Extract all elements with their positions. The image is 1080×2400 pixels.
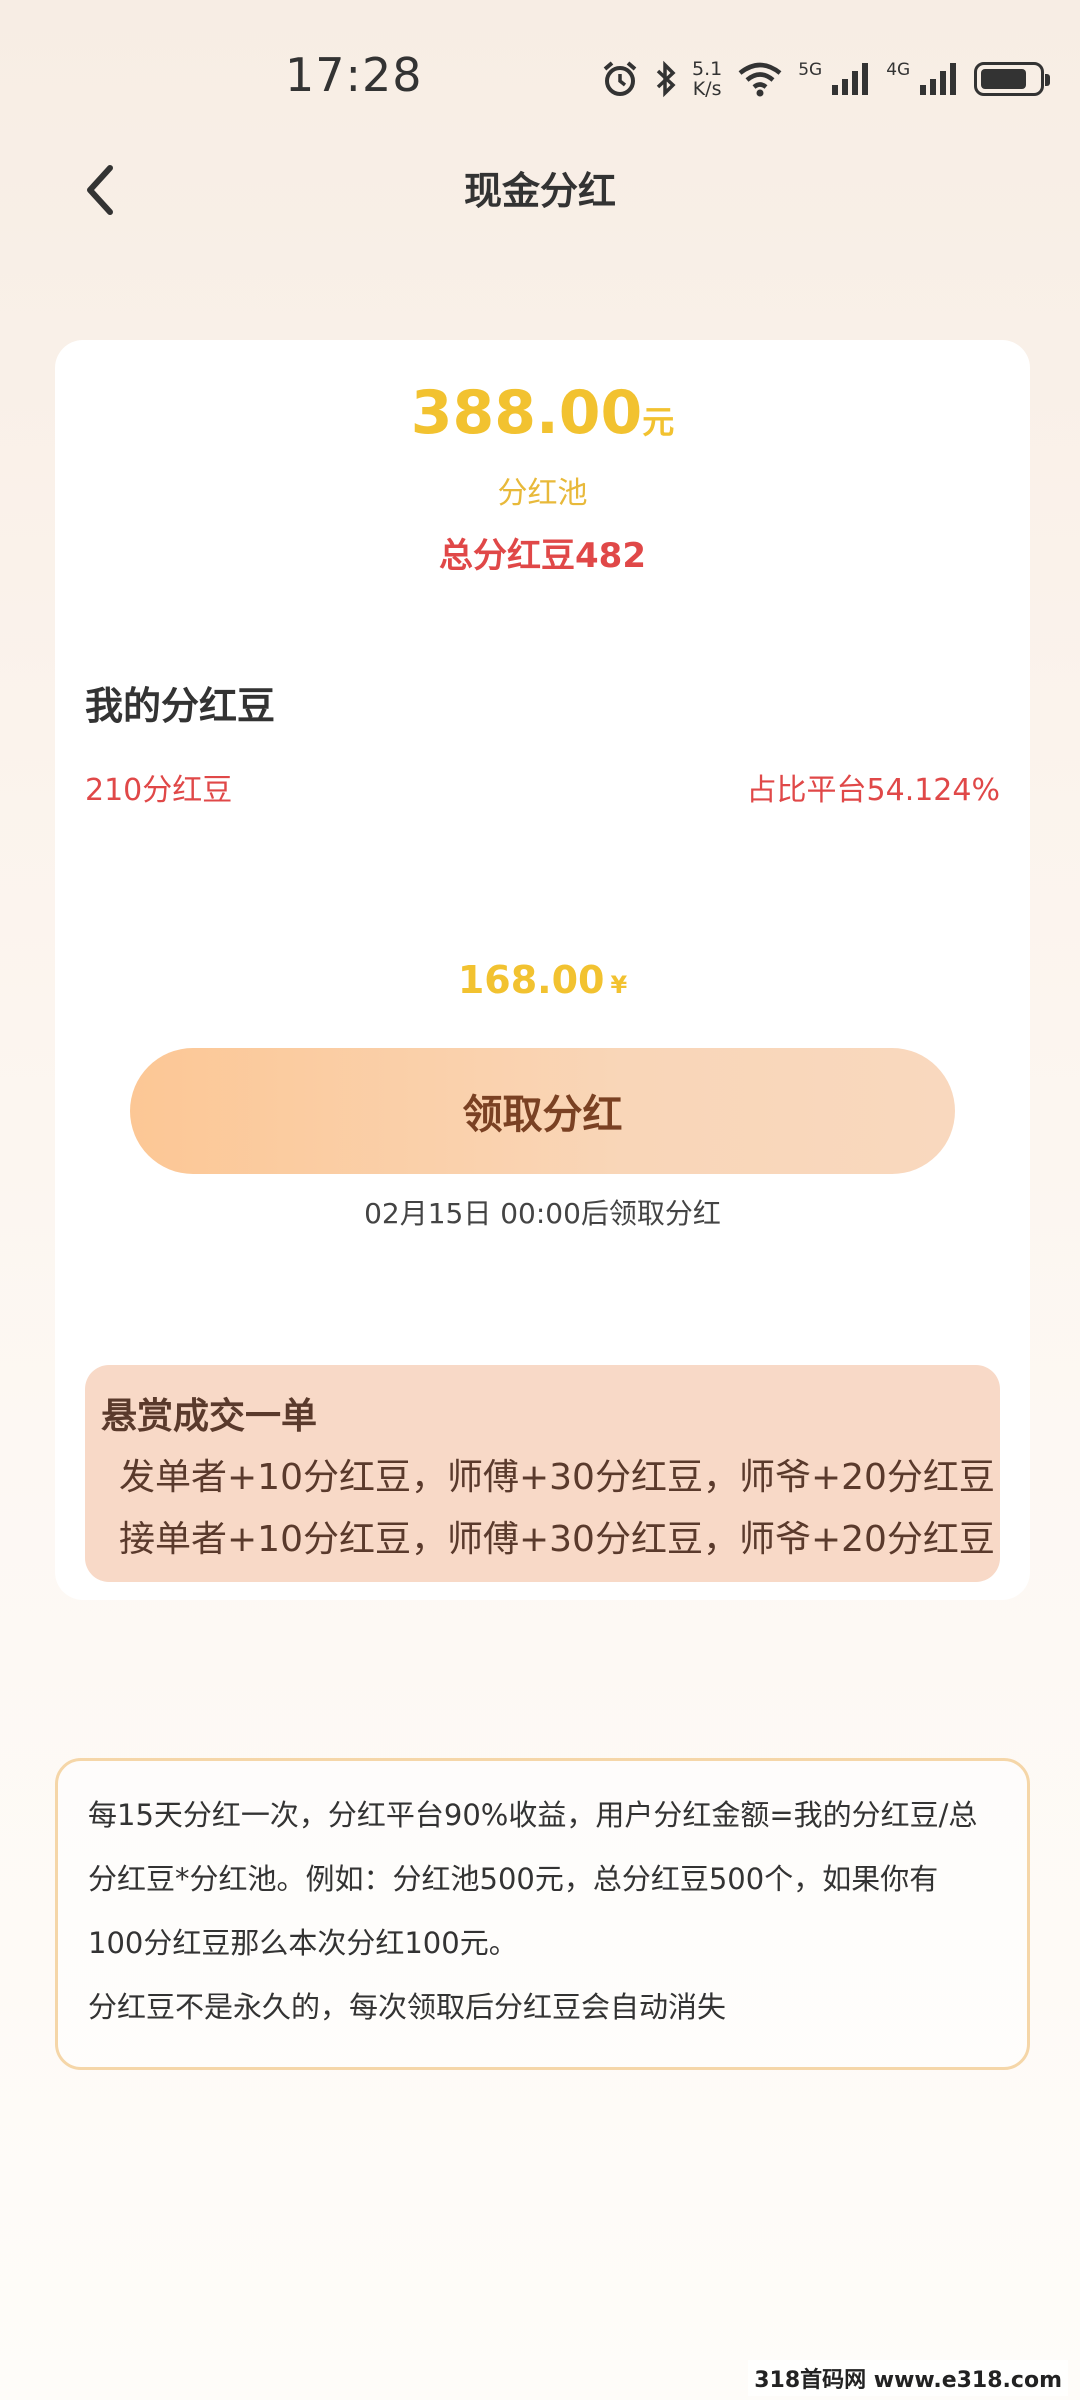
pool-amount: 388.00元 (55, 378, 1030, 448)
my-dividend-amount: 168.00 ¥ (55, 958, 1030, 1002)
rules-line: 分红豆*分红池。例如：分红池500元，总分红豆500个，如果你有 (88, 1862, 939, 1896)
claim-dividend-button[interactable]: 领取分红 (130, 1048, 955, 1174)
reward-title: 悬赏成交一单 (101, 1396, 318, 1437)
total-beans: 总分红豆482 (439, 536, 646, 576)
page-title: 现金分红 (463, 169, 616, 213)
signal-4g-icon (918, 61, 960, 97)
reward-line-receiver: 接单者+10分红豆，师傅+30分红豆，师爷+20分红豆 (119, 1519, 995, 1560)
net-speed: 5.1 K/s (692, 58, 723, 100)
signal-5g-icon (830, 61, 872, 97)
rules-line: 分红豆不是永久的，每次领取后分红豆会自动消失 (88, 1990, 727, 2024)
my-dividend-value: 168.00 (457, 958, 605, 1002)
status-bar: 17:28 5.1 K/s 5G 4G (0, 0, 1080, 160)
net-5g-label: 5G (798, 60, 823, 80)
status-time: 17:28 (285, 48, 423, 102)
alarm-icon (600, 59, 640, 99)
wifi-icon (736, 59, 784, 99)
pool-amount-value: 388.00 (410, 378, 643, 448)
battery-icon (974, 62, 1051, 96)
reward-info-box: 悬赏成交一单 发单者+10分红豆，师傅+30分红豆，师爷+20分红豆 接单者+1… (85, 1365, 1000, 1582)
rules-line: 100分红豆那么本次分红100元。 (88, 1926, 518, 1960)
pool-amount-unit: 元 (642, 403, 675, 441)
pool-label: 分红池 (497, 476, 588, 511)
dividend-card: 388.00元 分红池 总分红豆482 我的分红豆 210分红豆 占比平台54.… (55, 340, 1030, 1600)
my-beans-count: 210分红豆 (85, 773, 233, 808)
my-beans-title: 我的分红豆 (85, 684, 276, 728)
claim-note: 02月15日 00:00后领取分红 (364, 1197, 721, 1230)
net-4g-label: 4G (886, 60, 911, 80)
rules-line: 每15天分红一次，分红平台90%收益，用户分红金额=我的分红豆/总 (88, 1798, 978, 1832)
rules-box: 每15天分红一次，分红平台90%收益，用户分红金额=我的分红豆/总 分红豆*分红… (55, 1758, 1030, 2070)
reward-line-issuer: 发单者+10分红豆，师傅+30分红豆，师爷+20分红豆 (119, 1457, 995, 1498)
my-dividend-currency: ¥ (610, 971, 628, 999)
my-beans-ratio: 占比平台54.124% (746, 773, 1000, 808)
status-icons: 5.1 K/s 5G 4G (600, 54, 1051, 104)
bluetooth-icon (654, 59, 678, 99)
watermark: 318首码网 www.e318.com (748, 2360, 1068, 2396)
